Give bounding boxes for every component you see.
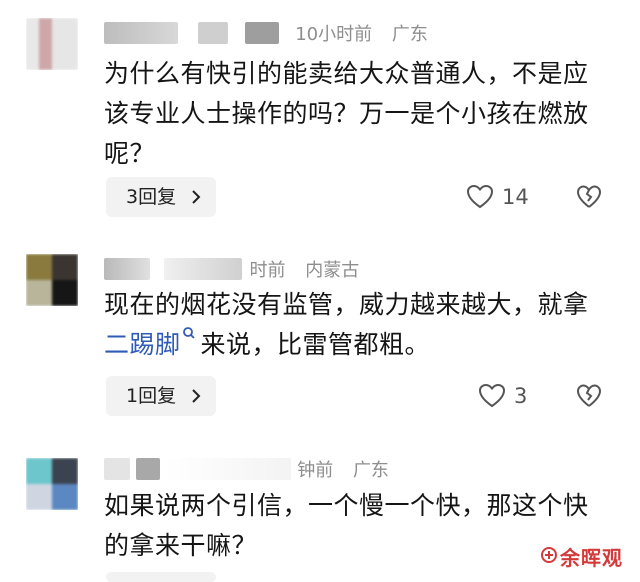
chevron-right-icon xyxy=(192,389,201,403)
username-blurred xyxy=(163,258,242,280)
reply-button[interactable] xyxy=(106,572,216,582)
broken-heart-icon[interactable] xyxy=(576,184,602,210)
username-blurred xyxy=(197,22,228,44)
like-count: 3 xyxy=(514,384,528,408)
comment-text: 现在的烟花没有监管，威力越来越大，就拿二踢脚 来说，比雷管都粗。 xyxy=(104,285,604,365)
avatar[interactable] xyxy=(26,18,78,70)
comment-time: 钟前 xyxy=(297,460,334,481)
username-blurred[interactable] xyxy=(104,258,150,280)
reply-button[interactable]: 3回复 xyxy=(106,177,216,217)
comment-location: 广东 xyxy=(391,24,428,45)
broken-heart-icon[interactable] xyxy=(576,383,602,409)
comment-text: 如果说两个引信，一个慢一个快，那这个快的拿来干嘛？ xyxy=(104,491,589,560)
comment-text-after: 来说，比雷管都粗。 xyxy=(200,330,431,359)
username-blurred[interactable] xyxy=(104,458,130,480)
search-icon xyxy=(182,327,195,339)
topic-link[interactable]: 二踢脚 xyxy=(104,327,201,359)
chevron-right-icon xyxy=(192,190,201,204)
reply-label: 3回复 xyxy=(126,186,177,208)
avatar[interactable] xyxy=(26,254,78,306)
like-count: 14 xyxy=(502,185,529,209)
comment-meta: 钟前 广东 xyxy=(104,456,389,484)
username-blurred xyxy=(165,458,292,480)
comment-meta: 时前 内蒙古 xyxy=(104,256,359,284)
comment-time: 时前 xyxy=(249,260,286,281)
comment-meta: 10小时前 广东 xyxy=(104,20,428,48)
comment-time: 10小时前 xyxy=(295,24,373,45)
avatar[interactable] xyxy=(26,458,78,510)
comment-location: 广东 xyxy=(352,460,389,481)
watermark: 余晖观 xyxy=(560,546,623,570)
username-blurred xyxy=(245,22,280,44)
heart-icon[interactable] xyxy=(478,382,506,410)
heart-icon[interactable] xyxy=(466,183,494,211)
watermark-logo-icon xyxy=(541,547,557,563)
username-blurred xyxy=(135,458,160,480)
reply-label: 1回复 xyxy=(126,385,177,407)
reply-button[interactable]: 1回复 xyxy=(106,376,216,416)
comment-location: 内蒙古 xyxy=(305,260,360,281)
username-blurred[interactable] xyxy=(104,22,178,44)
topic-link-label: 二踢脚 xyxy=(104,330,181,359)
comment-text-before: 现在的烟花没有监管，威力越来越大，就拿 xyxy=(104,290,589,319)
comment-text: 为什么有快引的能卖给大众普通人，不是应该专业人士操作的吗？万一是个小孩在燃放呢？ xyxy=(104,59,589,168)
